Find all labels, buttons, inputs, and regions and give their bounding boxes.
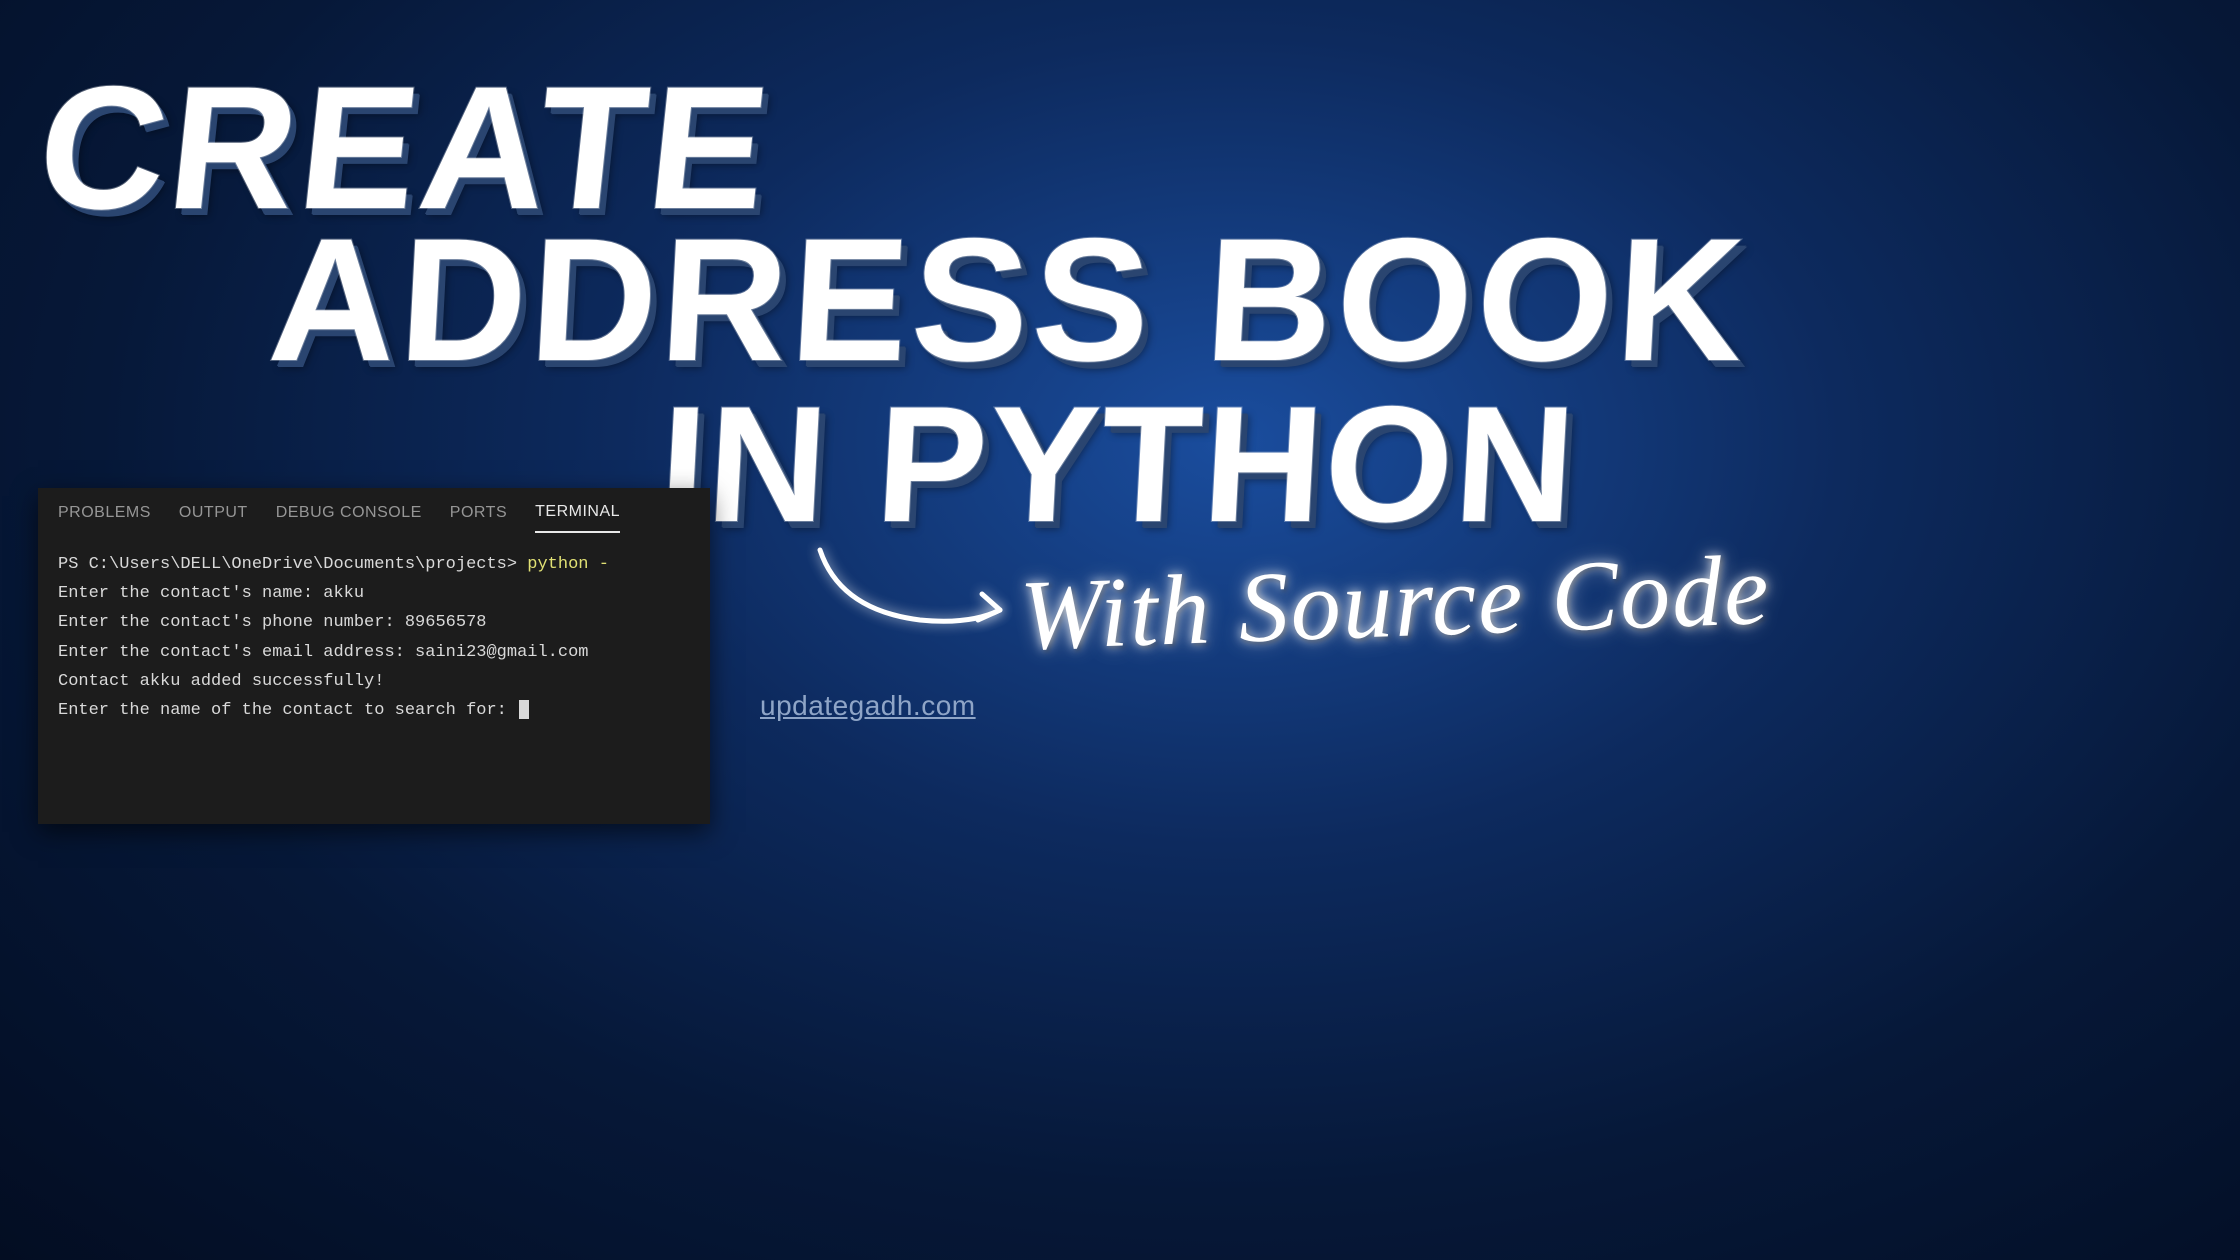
tab-ports[interactable]: PORTS [450, 504, 507, 532]
cursor-icon [519, 700, 529, 719]
tab-terminal[interactable]: TERMINAL [535, 503, 620, 533]
terminal-line: Enter the name of the contact to search … [58, 701, 517, 720]
terminal-line: Enter the contact's name: akku [58, 584, 364, 603]
website-link[interactable]: updategadh.com [760, 690, 976, 722]
command-text: python - [527, 555, 609, 574]
headline-in-python: IN PYTHON [655, 370, 1581, 559]
tab-problems[interactable]: PROBLEMS [58, 504, 151, 532]
terminal-line: Enter the contact's phone number: 896565… [58, 613, 486, 632]
terminal-output[interactable]: PS C:\Users\DELL\OneDrive\Documents\proj… [38, 536, 710, 739]
tab-debug-console[interactable]: DEBUG CONSOLE [276, 504, 422, 532]
terminal-panel: PROBLEMS OUTPUT DEBUG CONSOLE PORTS TERM… [38, 488, 710, 824]
terminal-tabs: PROBLEMS OUTPUT DEBUG CONSOLE PORTS TERM… [38, 488, 710, 536]
terminal-line: Contact akku added successfully! [58, 672, 384, 691]
prompt-path: PS C:\Users\DELL\OneDrive\Documents\proj… [58, 555, 527, 574]
arrow-icon [800, 540, 1040, 660]
terminal-line: Enter the contact's email address: saini… [58, 643, 589, 662]
tab-output[interactable]: OUTPUT [179, 504, 248, 532]
